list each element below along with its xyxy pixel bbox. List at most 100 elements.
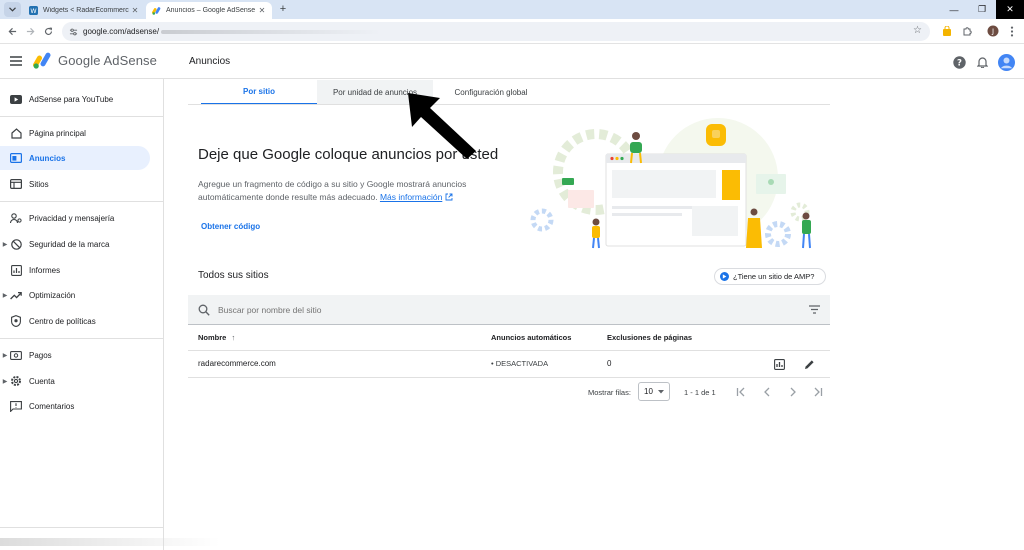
browser-tab-adsense[interactable]: Anuncios – Google AdSense ✕ (146, 2, 272, 19)
close-window-button[interactable]: ✕ (996, 0, 1024, 19)
notifications-button[interactable] (974, 54, 990, 70)
account-avatar[interactable] (997, 53, 1015, 71)
browser-menu-icon[interactable] (1005, 24, 1019, 38)
chevron-right-icon (790, 387, 796, 397)
sidebar-item-label: AdSense para YouTube (29, 94, 114, 104)
rows-per-page-value: 10 (644, 387, 653, 396)
browser-toolbar: google.com/adsense/ ☆ J (0, 19, 1024, 44)
app-header: Google AdSense Anuncios ? (0, 44, 1024, 79)
restore-button[interactable]: ❐ (968, 0, 996, 19)
sidebar-item-label: Seguridad de la marca (29, 239, 110, 249)
site-name-cell[interactable]: radarecommerce.com (198, 359, 276, 368)
reports-icon (10, 264, 22, 276)
browser-tab-strip: W Widgets < RadarEcommerce — ✕ Anuncios … (0, 0, 1024, 19)
profile-avatar[interactable]: J (986, 24, 1000, 38)
reload-icon (44, 27, 52, 35)
bookmark-star-icon[interactable]: ☆ (913, 25, 922, 36)
amp-site-chip[interactable]: ¿Tiene un sitio de AMP? (714, 268, 826, 285)
adsense-logo[interactable]: Google AdSense (33, 52, 157, 69)
pagination-range: 1 - 1 de 1 (684, 388, 716, 397)
sidebar-item-label: Pagos (29, 350, 52, 360)
youtube-icon (10, 93, 22, 105)
sidebar-item-home[interactable]: Página principal (0, 121, 150, 145)
expand-caret-icon[interactable]: ▶ (0, 378, 10, 385)
svg-text:?: ? (957, 58, 962, 68)
rows-per-page-select[interactable]: 10 (638, 382, 670, 401)
sort-arrow-icon[interactable]: ↑ (231, 333, 235, 342)
wordpress-favicon-icon: W (29, 6, 38, 15)
payments-icon (10, 349, 22, 361)
trending-icon (10, 289, 22, 301)
bar-chart-icon (774, 359, 785, 370)
policy-icon (10, 315, 22, 327)
column-header-label: Nombre (198, 333, 227, 342)
page-title: Anuncios (189, 56, 231, 67)
extension-amazon-icon[interactable] (940, 24, 954, 38)
first-page-button[interactable] (735, 386, 747, 398)
redacted-url-part (161, 29, 382, 34)
sidebar-item-sitios[interactable]: Sitios (0, 172, 150, 196)
open-in-new-icon (445, 193, 453, 201)
sidebar-item-label: Centro de políticas (29, 316, 96, 326)
feedback-icon (10, 400, 22, 412)
help-button[interactable]: ? (951, 54, 967, 70)
reload-button[interactable] (41, 24, 55, 38)
block-icon (10, 238, 22, 250)
expand-caret-icon[interactable]: ▶ (0, 352, 10, 359)
expand-caret-icon[interactable]: ▶ (0, 292, 10, 299)
site-search-input[interactable] (216, 303, 776, 316)
adsense-favicon-icon (152, 7, 161, 15)
site-info-icon[interactable] (66, 28, 80, 36)
hero-description: Agregue un fragmento de código a su siti… (198, 178, 498, 204)
sidebar-item-seguridad-marca[interactable]: ▶ Seguridad de la marca (0, 232, 150, 256)
get-code-button[interactable]: Obtener código (201, 222, 260, 231)
ads-icon (10, 152, 22, 164)
sidebar-item-informes[interactable]: Informes (0, 258, 150, 282)
edit-site-button[interactable] (803, 358, 816, 371)
minimize-button[interactable]: — (940, 0, 968, 19)
sidebar-item-pagos[interactable]: ▶ Pagos (0, 343, 150, 367)
sidebar-item-comentarios[interactable]: Comentarios (0, 394, 150, 418)
bottom-blur-artifact (0, 538, 220, 546)
address-bar[interactable]: google.com/adsense/ ☆ (62, 22, 930, 41)
product-name: Google AdSense (58, 53, 157, 68)
sidebar-item-privacidad[interactable]: Privacidad y mensajería (0, 206, 150, 230)
column-header-name[interactable]: Nombre ↑ (198, 333, 235, 342)
pencil-icon (805, 360, 814, 369)
sidebar-item-centro-politicas[interactable]: Centro de políticas (0, 309, 150, 333)
sidebar-item-cuenta[interactable]: ▶ Cuenta (0, 369, 150, 393)
sidebar-item-youtube[interactable]: AdSense para YouTube (0, 87, 150, 111)
sidebar-item-label: Informes (29, 265, 61, 275)
view-report-button[interactable] (773, 358, 786, 371)
filter-icon[interactable] (809, 305, 820, 314)
new-tab-button[interactable]: + (276, 2, 290, 17)
more-info-link[interactable]: Más información (380, 192, 442, 202)
last-page-icon (814, 387, 823, 397)
main-menu-button[interactable] (10, 56, 22, 66)
tab-por-sitio[interactable]: Por sitio (201, 80, 317, 105)
amp-chip-label: ¿Tiene un sitio de AMP? (733, 272, 815, 281)
forward-arrow-icon (26, 27, 34, 35)
back-button[interactable] (5, 24, 19, 38)
sidebar-divider (0, 201, 164, 202)
extensions-puzzle-icon[interactable] (960, 24, 974, 38)
previous-page-button[interactable] (761, 386, 773, 398)
close-icon[interactable]: ✕ (129, 6, 141, 15)
forward-button[interactable] (23, 24, 37, 38)
amp-info-icon (720, 272, 729, 281)
sidebar-item-optimizacion[interactable]: ▶ Optimización (0, 283, 150, 307)
browser-tab-title: Widgets < RadarEcommerce — (43, 7, 129, 14)
column-header-exclusions: Exclusiones de páginas (607, 333, 693, 342)
sidebar-item-label: Anuncios (29, 153, 66, 163)
hamburger-menu-icon (10, 56, 22, 66)
sidebar-item-anuncios[interactable]: Anuncios (0, 146, 150, 170)
bell-icon (976, 57, 988, 68)
chevron-down-icon (9, 7, 16, 12)
close-icon[interactable]: ✕ (256, 6, 268, 15)
last-page-button[interactable] (812, 386, 824, 398)
expand-caret-icon[interactable]: ▶ (0, 241, 10, 248)
next-page-button[interactable] (787, 386, 799, 398)
browser-tab-widgets[interactable]: W Widgets < RadarEcommerce — ✕ (23, 2, 145, 19)
tab-search-button[interactable] (4, 2, 21, 17)
first-page-icon (736, 387, 745, 397)
